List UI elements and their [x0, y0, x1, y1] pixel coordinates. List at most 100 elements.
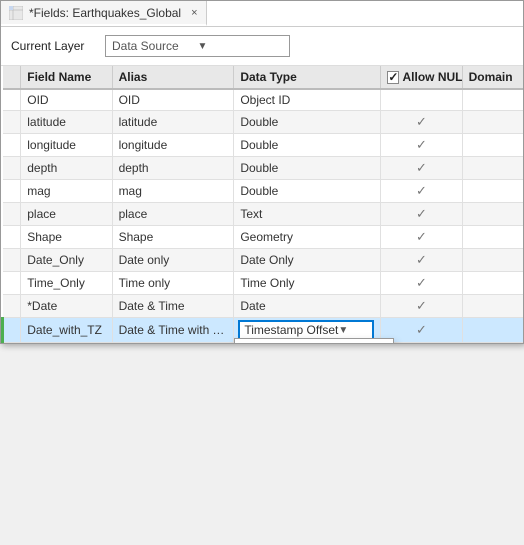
field-data-type: Text — [234, 203, 381, 226]
field-allow-null: ✓ — [381, 111, 462, 134]
field-name: mag — [21, 180, 112, 203]
field-data-type: Time Only — [234, 272, 381, 295]
field-data-type: Object ID — [234, 89, 381, 111]
current-layer-value: Data Source — [112, 39, 198, 53]
row-arrow — [3, 226, 21, 249]
field-domain — [462, 249, 523, 272]
field-domain — [462, 89, 523, 111]
field-alias: longitude — [112, 134, 234, 157]
field-alias: mag — [112, 180, 234, 203]
field-domain — [462, 157, 523, 180]
main-window: *Fields: Earthquakes_Global × Current La… — [0, 0, 524, 344]
field-name: OID — [21, 89, 112, 111]
window-tab[interactable]: *Fields: Earthquakes_Global × — [1, 1, 207, 26]
header-alias: Alias — [112, 66, 234, 89]
fields-table: Field Name Alias Data Type ✓ Allow NULL … — [1, 66, 523, 343]
table-row[interactable]: longitude longitude Double ✓ — [3, 134, 524, 157]
table-row[interactable]: mag mag Double ✓ — [3, 180, 524, 203]
field-name: *Date — [21, 295, 112, 318]
current-layer-label: Current Layer — [11, 39, 91, 53]
row-arrow — [3, 180, 21, 203]
close-button[interactable]: × — [191, 7, 197, 19]
datatype-dropdown-arrow-icon: ▼ — [338, 325, 368, 336]
field-name: Date_with_TZ — [21, 318, 112, 343]
header-arrow — [3, 66, 21, 89]
allow-null-header-checkbox[interactable]: ✓ — [387, 71, 399, 84]
title-bar: *Fields: Earthquakes_Global × — [1, 1, 523, 27]
table-row[interactable]: OID OID Object ID — [3, 89, 524, 111]
table-icon — [9, 6, 23, 20]
field-data-type: Double — [234, 111, 381, 134]
table-row[interactable]: Date_with_TZ Date & Time with Timezone O… — [3, 318, 524, 343]
field-name: Shape — [21, 226, 112, 249]
field-allow-null: ✓ — [381, 157, 462, 180]
field-data-type: Double — [234, 180, 381, 203]
field-domain — [462, 134, 523, 157]
tab-title: *Fields: Earthquakes_Global — [29, 6, 181, 20]
field-data-type-cell: Timestamp Offset ▼ Short Long Big Intege… — [234, 318, 381, 343]
row-arrow — [3, 134, 21, 157]
field-allow-null — [381, 89, 462, 111]
current-layer-dropdown[interactable]: Data Source ▼ — [105, 35, 290, 57]
field-domain — [462, 203, 523, 226]
header-data-type: Data Type — [234, 66, 381, 89]
table-row[interactable]: place place Text ✓ — [3, 203, 524, 226]
row-arrow — [3, 203, 21, 226]
field-alias: OID — [112, 89, 234, 111]
table-row[interactable]: Time_Only Time only Time Only ✓ — [3, 272, 524, 295]
field-domain — [462, 111, 523, 134]
table-body: OID OID Object ID latitude latitude Doub… — [3, 89, 524, 343]
table-row[interactable]: Shape Shape Geometry ✓ — [3, 226, 524, 249]
field-alias: Date only — [112, 249, 234, 272]
field-allow-null: ✓ — [381, 272, 462, 295]
field-domain — [462, 318, 523, 343]
field-name: depth — [21, 157, 112, 180]
field-domain — [462, 180, 523, 203]
field-name: place — [21, 203, 112, 226]
field-data-type: Double — [234, 157, 381, 180]
row-arrow — [3, 272, 21, 295]
field-allow-null: ✓ — [381, 226, 462, 249]
table-header: Field Name Alias Data Type ✓ Allow NULL … — [3, 66, 524, 89]
field-domain — [462, 295, 523, 318]
field-data-type: Double — [234, 134, 381, 157]
dropdown-arrow-icon: ▼ — [198, 41, 284, 52]
header-field-name: Field Name — [21, 66, 112, 89]
row-arrow — [3, 111, 21, 134]
field-allow-null: ✓ — [381, 180, 462, 203]
fields-table-container: Field Name Alias Data Type ✓ Allow NULL … — [1, 66, 523, 343]
field-alias: place — [112, 203, 234, 226]
row-arrow — [3, 318, 21, 343]
header-domain: Domain — [462, 66, 523, 89]
row-arrow — [3, 157, 21, 180]
field-data-type: Date Only — [234, 249, 381, 272]
field-alias: Time only — [112, 272, 234, 295]
datatype-popup-list: Short Long Big Integer Float Double Text… — [234, 338, 394, 343]
field-data-type: Date — [234, 295, 381, 318]
field-allow-null: ✓ — [381, 249, 462, 272]
data-type-dropdown[interactable]: Timestamp Offset ▼ — [238, 320, 374, 340]
table-row[interactable]: *Date Date & Time Date ✓ — [3, 295, 524, 318]
row-arrow — [3, 89, 21, 111]
field-name: Date_Only — [21, 249, 112, 272]
table-row[interactable]: Date_Only Date only Date Only ✓ — [3, 249, 524, 272]
field-data-type: Geometry — [234, 226, 381, 249]
current-layer-row: Current Layer Data Source ▼ — [1, 27, 523, 66]
field-allow-null: ✓ — [381, 295, 462, 318]
field-name: longitude — [21, 134, 112, 157]
field-domain — [462, 226, 523, 249]
field-alias: Shape — [112, 226, 234, 249]
row-arrow — [3, 249, 21, 272]
field-alias: Date & Time with Timezone Offset — [112, 318, 234, 343]
field-alias: depth — [112, 157, 234, 180]
table-row[interactable]: depth depth Double ✓ — [3, 157, 524, 180]
row-arrow — [3, 295, 21, 318]
field-allow-null: ✓ — [381, 134, 462, 157]
field-domain — [462, 272, 523, 295]
field-name: Time_Only — [21, 272, 112, 295]
field-allow-null: ✓ — [381, 203, 462, 226]
field-alias: Date & Time — [112, 295, 234, 318]
datatype-option-short[interactable]: Short — [235, 339, 393, 343]
header-allow-null: ✓ Allow NULL — [381, 66, 462, 89]
table-row[interactable]: latitude latitude Double ✓ — [3, 111, 524, 134]
